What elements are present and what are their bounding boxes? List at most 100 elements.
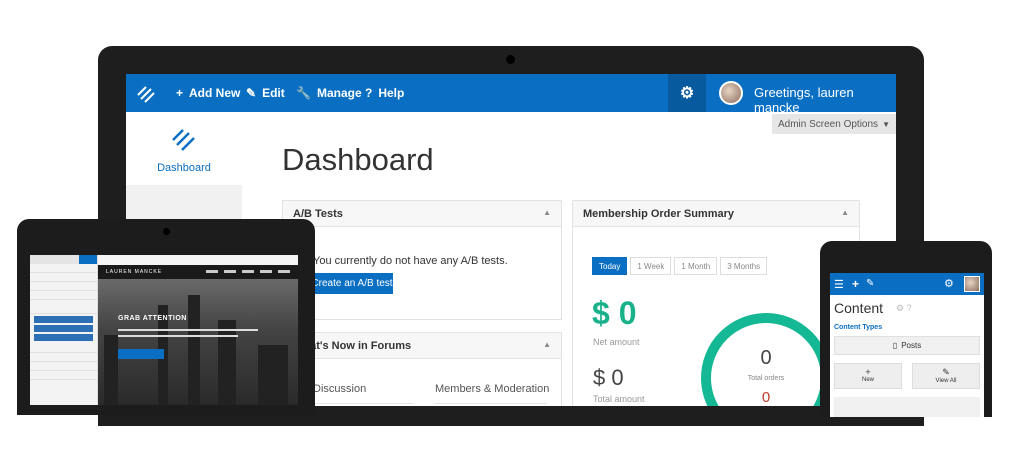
user-greeting[interactable]: Greetings, lauren mancke	[754, 85, 896, 115]
panel-header: Membership Order Summary ▲	[573, 201, 859, 227]
site-nav: LAUREN MANCKE	[98, 265, 298, 279]
next-item[interactable]	[834, 397, 980, 417]
create-ab-test-button[interactable]: Create an A/B test	[311, 273, 393, 294]
ab-tests-panel: A/B Tests ▲ You currently do not have an…	[282, 200, 562, 320]
menu-manage[interactable]: 🔧 Manage	[296, 86, 362, 100]
hero-text-line	[118, 329, 258, 331]
gear-icon: ⚙	[679, 85, 695, 102]
user-avatar[interactable]	[719, 81, 743, 105]
customizer-row[interactable]	[30, 264, 97, 273]
laptop-camera	[506, 55, 515, 64]
customizer-row[interactable]	[30, 371, 97, 380]
save-button[interactable]	[79, 255, 97, 264]
page-title: Dashboard	[282, 142, 434, 177]
posts-item[interactable]: ▯ Posts	[834, 336, 980, 355]
screen-options-label: Admin Screen Options	[778, 118, 879, 130]
customizer-header	[30, 255, 97, 264]
collapse-icon[interactable]: ▲	[841, 208, 849, 217]
total-orders-label: Total orders	[747, 375, 785, 382]
phone-frame: ☰ + ✎ ⚙ Content ⚙ ? Content Types ▯ Post…	[820, 241, 992, 417]
tablet-camera	[163, 228, 170, 235]
panel-title: Membership Order Summary	[583, 208, 734, 220]
total-amount-value: $ 0	[593, 365, 624, 390]
forum-column-members: Members & Moderation	[435, 383, 550, 395]
hero-button[interactable]	[118, 349, 164, 359]
hero-section: GRAB ATTENTION	[98, 279, 298, 405]
nav-links[interactable]	[206, 270, 292, 273]
tab-1-week[interactable]: 1 Week	[630, 257, 672, 275]
panel-header: What's Now in Forums ▲	[283, 333, 561, 359]
hamburger-icon[interactable]: ☰	[834, 278, 844, 291]
customizer-row[interactable]	[30, 353, 97, 362]
view-all-button[interactable]: ✎ View All	[912, 363, 980, 389]
forums-panel: What's Now in Forums ▲ Discussion Member…	[282, 332, 562, 406]
hero-heading: GRAB ATTENTION	[118, 315, 187, 322]
ab-tests-message: You currently do not have any A/B tests.	[313, 255, 508, 267]
screen-options-button[interactable]: Admin Screen Options ▼	[772, 114, 896, 134]
wrench-icon: 🔧	[296, 86, 311, 100]
content-types-link[interactable]: Content Types	[834, 324, 882, 331]
sidebar-item-dashboard[interactable]: Dashboard	[126, 112, 242, 185]
document-icon: ▯	[892, 341, 898, 350]
gear-icon[interactable]: ⚙	[944, 277, 954, 290]
net-amount-label: Net amount	[593, 337, 640, 347]
customizer-row[interactable]	[30, 362, 97, 371]
total-amount-label: Total amount	[593, 394, 645, 404]
settings-button[interactable]: ⚙	[668, 74, 706, 112]
panel-header: A/B Tests ▲	[283, 201, 561, 227]
menu-label: Manage	[316, 86, 362, 100]
new-post-button[interactable]: + New	[834, 363, 902, 389]
collapse-icon[interactable]: ▲	[543, 340, 551, 349]
hero-text-line	[118, 335, 238, 337]
widget-bar[interactable]	[34, 325, 93, 332]
customizer-row[interactable]	[30, 273, 97, 282]
admin-top-bar: + Add New ✎ Edit 🔧 Manage ? Help ⚙ Greet…	[126, 74, 896, 115]
pencil-icon: ✎	[246, 86, 257, 100]
plus-icon: +	[176, 86, 184, 100]
skyline-shape	[188, 295, 200, 405]
net-amount-value: $ 0	[592, 295, 637, 331]
tab-today[interactable]: Today	[592, 257, 628, 275]
phone-admin-bar: ☰ + ✎ ⚙	[830, 273, 984, 295]
menu-label: Add New	[189, 86, 241, 100]
tablet-frame: LAUREN MANCKE GRAB ATTENTION	[17, 219, 315, 415]
new-label: New	[861, 377, 874, 383]
menu-help[interactable]: ? Help	[365, 86, 404, 100]
pencil-icon[interactable]: ✎	[866, 278, 874, 289]
caret-down-icon: ▼	[882, 119, 890, 129]
skyline-shape	[218, 320, 236, 405]
skyline-shape	[258, 345, 288, 405]
plus-icon: +	[865, 367, 871, 377]
widget-bar[interactable]	[34, 334, 93, 341]
title-icons: ⚙ ?	[896, 303, 912, 314]
collapse-icon[interactable]: ▲	[543, 208, 551, 217]
tab-1-month[interactable]: 1 Month	[674, 257, 718, 275]
widget-bar[interactable]	[34, 316, 93, 323]
menu-edit[interactable]: ✎ Edit	[246, 86, 285, 100]
menu-label: Edit	[262, 86, 285, 100]
plus-icon[interactable]: +	[852, 277, 859, 291]
tab-3-months[interactable]: 3 Months	[720, 257, 768, 275]
tablet-screen: LAUREN MANCKE GRAB ATTENTION	[30, 255, 298, 405]
customizer-sidebar	[30, 255, 98, 405]
dashboard-logo-icon	[172, 129, 195, 151]
help-icon: ?	[365, 86, 373, 100]
site-logo-icon[interactable]	[136, 83, 156, 103]
menu-add-new[interactable]: + Add New	[176, 86, 240, 100]
secondary-orders-value: 0	[761, 389, 771, 406]
customizer-row[interactable]	[30, 343, 97, 353]
menu-label: Help	[378, 86, 405, 100]
sidebar-item-label: Dashboard	[157, 162, 211, 174]
customizer-row[interactable]	[30, 300, 97, 314]
gear-icon[interactable]: ⚙	[896, 303, 904, 313]
site-brand[interactable]: LAUREN MANCKE	[106, 269, 162, 275]
announcement-bar	[98, 255, 298, 265]
divider	[313, 403, 413, 404]
view-all-label: View All	[935, 378, 957, 384]
customizer-row[interactable]	[30, 282, 97, 291]
help-icon[interactable]: ?	[907, 303, 912, 313]
total-orders-value: 0	[760, 347, 772, 369]
pencil-icon: ✎	[942, 367, 950, 377]
customizer-row[interactable]	[30, 291, 97, 300]
user-avatar[interactable]	[964, 276, 980, 292]
